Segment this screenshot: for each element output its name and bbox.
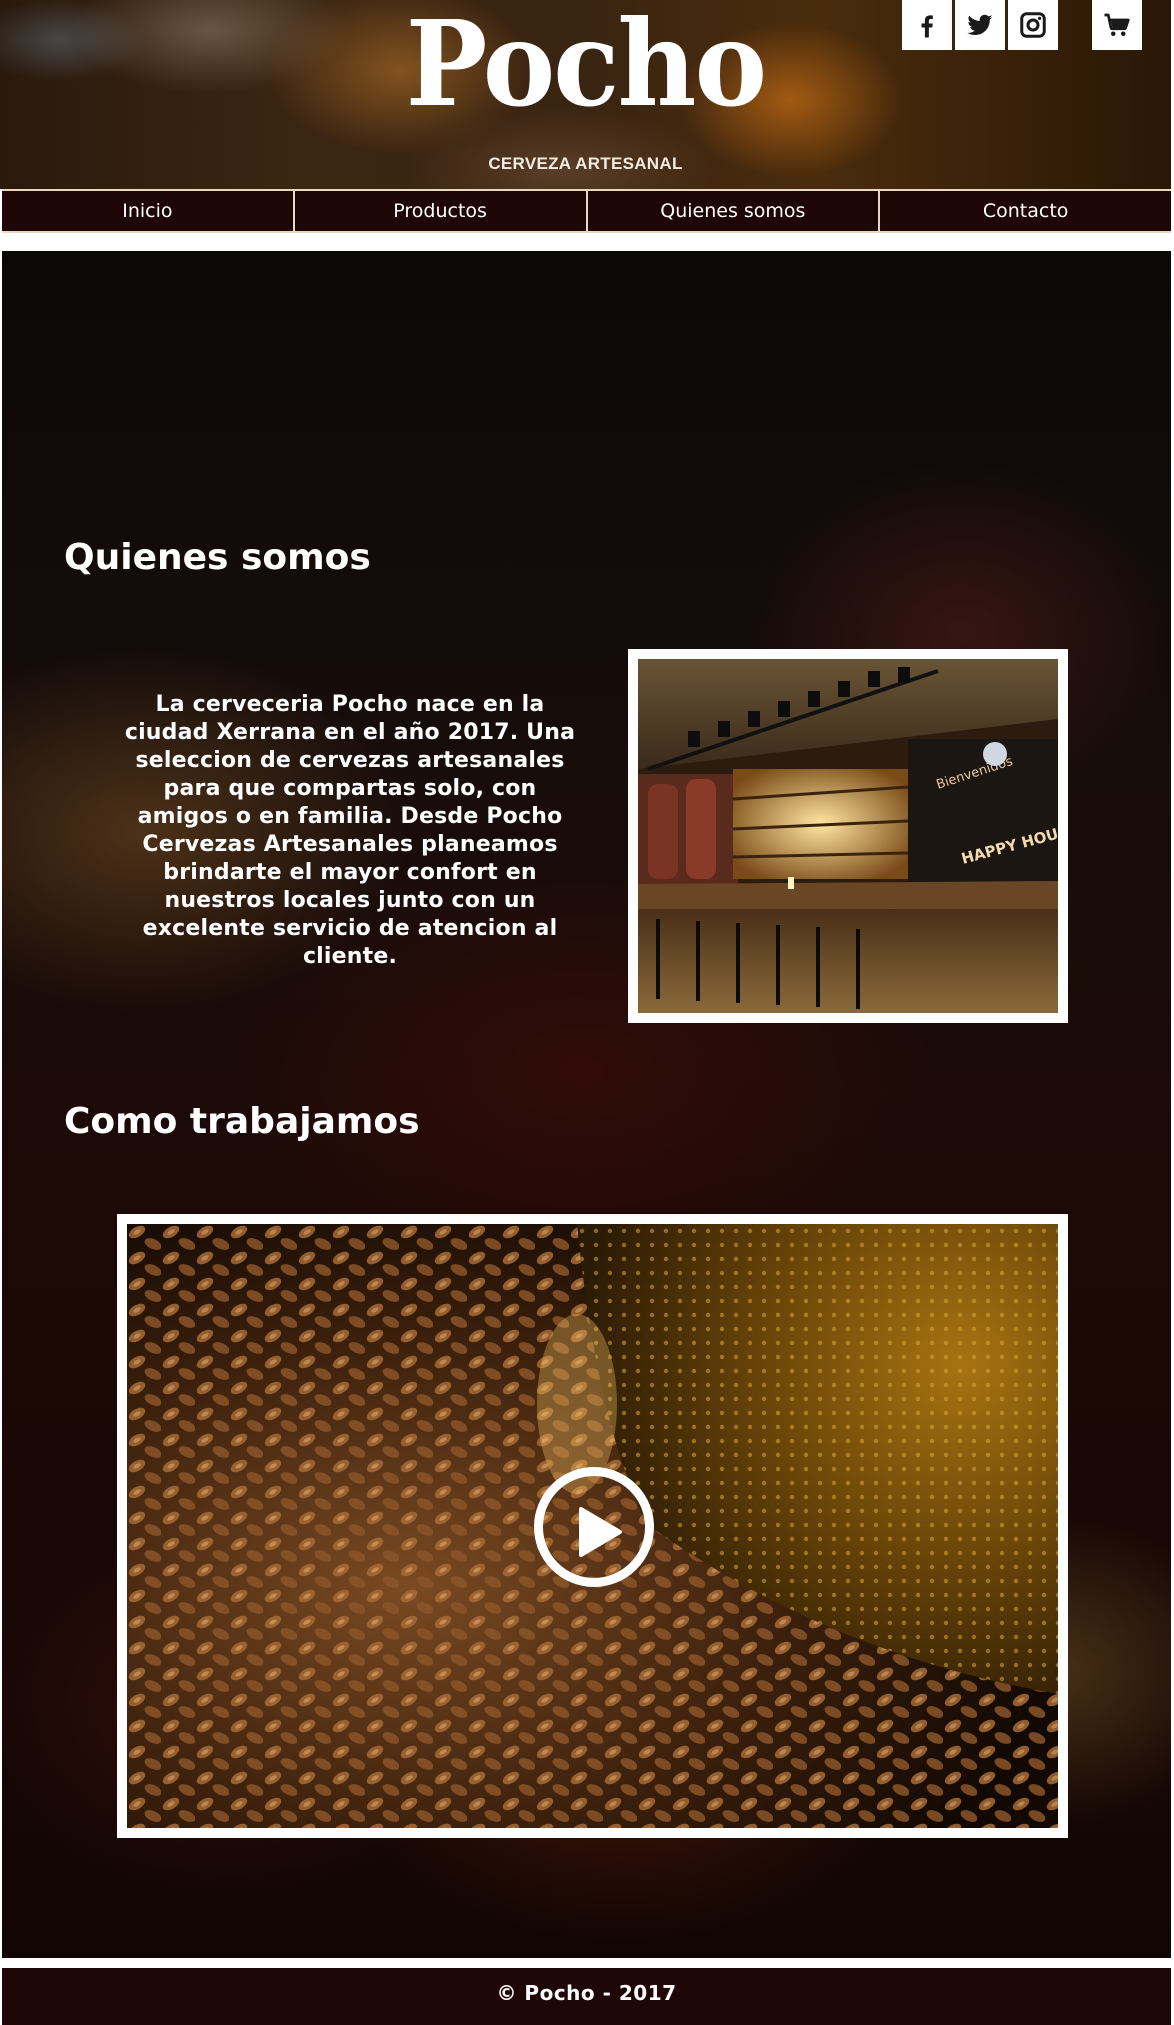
site-tagline: CERVEZA ARTESANAL [488, 154, 683, 173]
play-icon [579, 1507, 622, 1557]
facebook-button[interactable] [902, 0, 952, 50]
site-footer: © Pocho - 2017 [2, 1968, 1171, 2025]
footer-copyright: © Pocho - 2017 [496, 1981, 677, 2005]
video-player[interactable] [117, 1214, 1068, 1838]
cart-icon [1104, 13, 1130, 36]
nav-item-productos[interactable]: Productos [292, 191, 586, 231]
play-button[interactable] [534, 1467, 654, 1587]
site-header: Pocho CERVEZA ARTESANAL [0, 0, 1171, 189]
main-nav: Inicio Productos Quienes somos Contacto [2, 189, 1171, 233]
bar-interior-image: Bienvenidos HAPPY HOUR [638, 659, 1058, 1013]
facebook-icon [921, 15, 933, 38]
about-title: Quienes somos [64, 537, 371, 578]
main-content: Quienes somos La cerveceria Pocho nace e… [2, 251, 1171, 1958]
nav-item-contacto[interactable]: Contacto [878, 191, 1171, 231]
video-thumbnail [127, 1224, 1058, 1828]
bar-photo: Bienvenidos HAPPY HOUR [628, 649, 1068, 1023]
twitter-button[interactable] [955, 0, 1005, 50]
work-title: Como trabajamos [64, 1101, 420, 1142]
twitter-icon [967, 14, 993, 35]
instagram-icon [1020, 12, 1046, 38]
nav-item-quienes-somos[interactable]: Quienes somos [585, 191, 879, 231]
instagram-button[interactable] [1008, 0, 1058, 50]
cart-button[interactable] [1092, 0, 1142, 50]
nav-item-inicio[interactable]: Inicio [2, 191, 293, 231]
about-text: La cerveceria Pocho nace en la ciudad Xe… [124, 692, 576, 969]
